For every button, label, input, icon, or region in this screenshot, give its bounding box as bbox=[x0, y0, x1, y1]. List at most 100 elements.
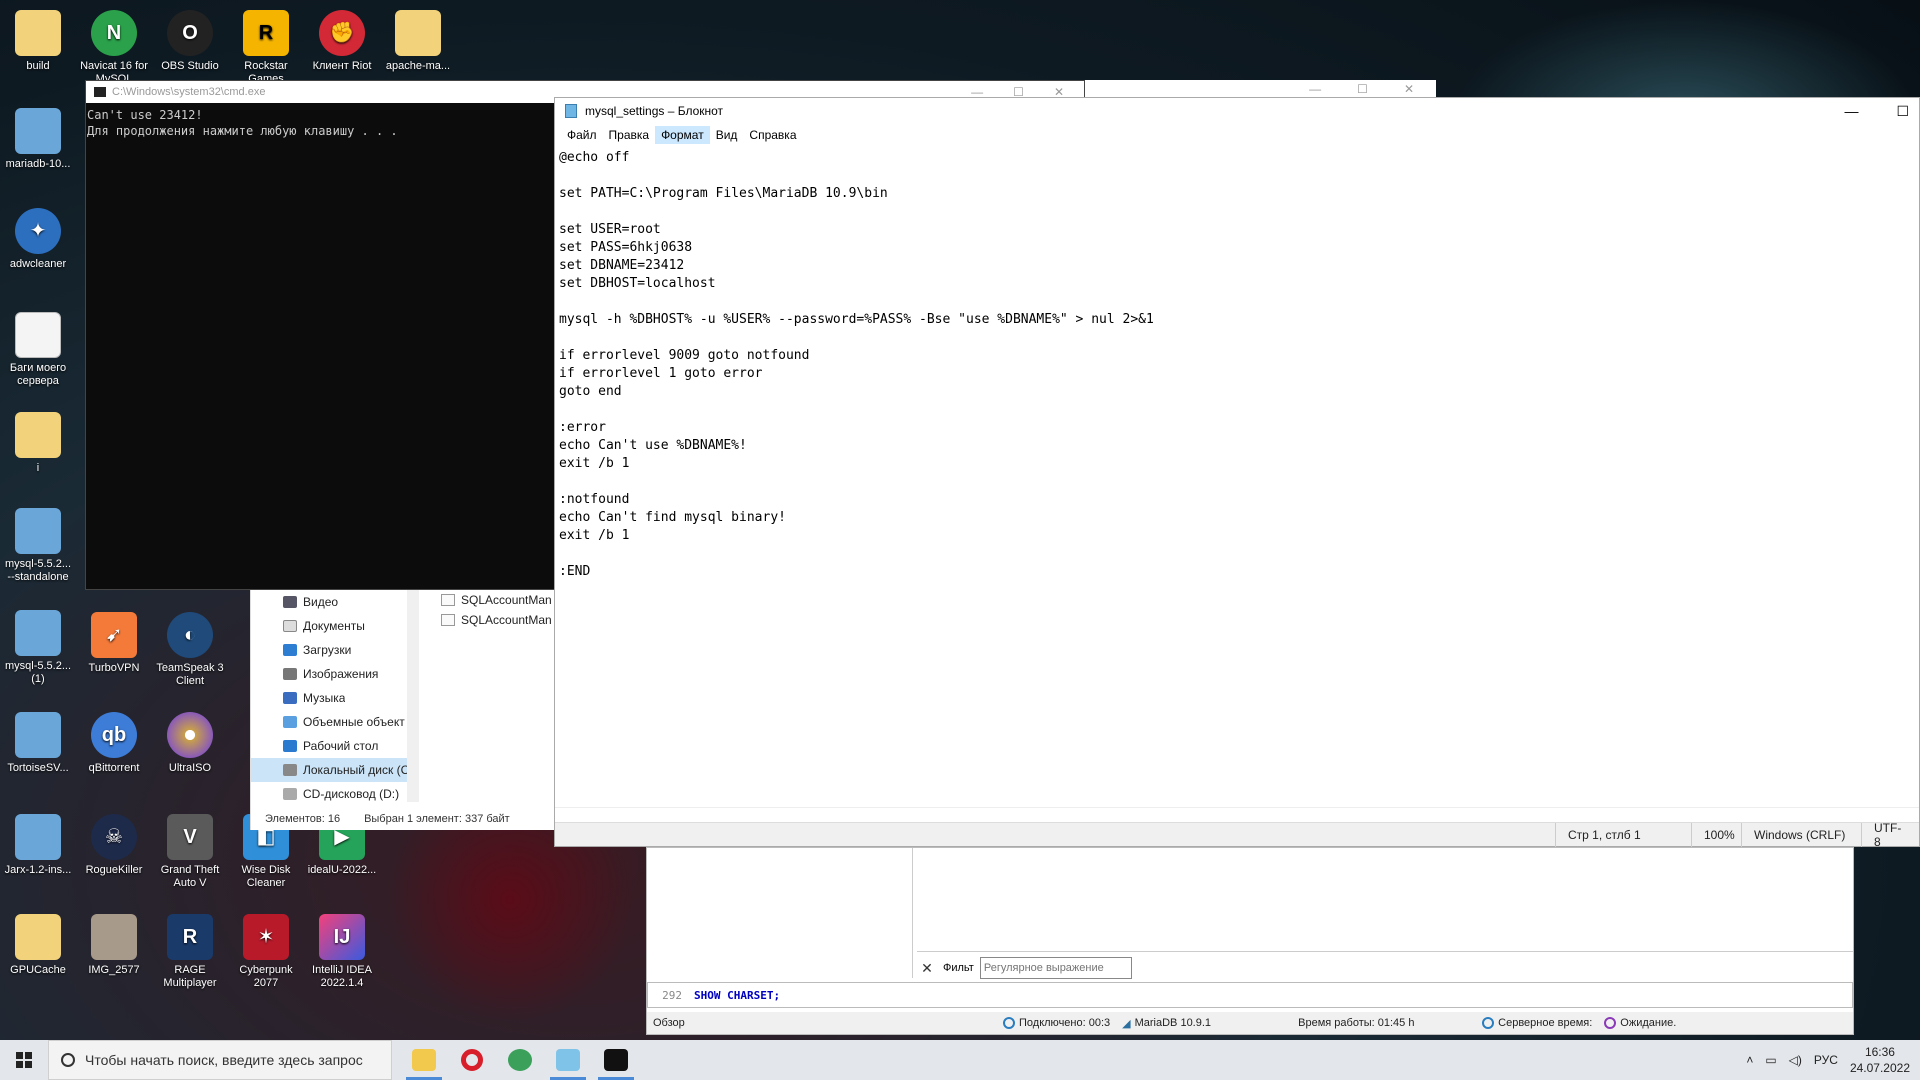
desktop-icon-img2577[interactable]: IMG_2577 bbox=[78, 914, 150, 977]
mariadb-icon: ◢ bbox=[1122, 1017, 1131, 1030]
desktop-icon-teamspeak[interactable]: ◐ TeamSpeak 3 Client bbox=[154, 612, 226, 688]
explorer-window[interactable]: Видео Документы Загрузки Изображения Муз… bbox=[250, 590, 556, 830]
opera-icon bbox=[461, 1049, 483, 1071]
clock[interactable]: 16:36 24.07.2022 bbox=[1850, 1044, 1910, 1076]
installer-icon bbox=[15, 814, 61, 860]
chevron-up-icon[interactable]: ˄ bbox=[1746, 1053, 1753, 1067]
clock-icon bbox=[1003, 1017, 1015, 1029]
desktop-icon-riot[interactable]: ✊ Клиент Riot bbox=[306, 10, 378, 73]
desktop-icon-turbovpn[interactable]: ➹ TurboVPN bbox=[78, 612, 150, 675]
taskbar-heidisql[interactable] bbox=[496, 1040, 544, 1080]
videos-icon bbox=[283, 596, 297, 608]
desktop-icon-mysql-standalone[interactable]: mysql-5.5.2... --standalone bbox=[2, 508, 74, 584]
console-icon bbox=[94, 87, 106, 97]
nav-item-videos[interactable]: Видео bbox=[251, 590, 407, 614]
nav-item-3d-objects[interactable]: Объемные объект bbox=[251, 710, 407, 734]
minimize-icon[interactable]: — bbox=[1309, 82, 1321, 96]
horizontal-scrollbar[interactable] bbox=[555, 807, 1919, 823]
folder-icon bbox=[15, 412, 61, 458]
navigation-scrollbar[interactable] bbox=[407, 590, 419, 802]
nav-item-downloads[interactable]: Загрузки bbox=[251, 638, 407, 662]
heidisql-window[interactable]: ✕ Фильт 292 SHOW CHARSET; Обзор Подключе… bbox=[646, 847, 1854, 1035]
taskbar-cmd[interactable] bbox=[592, 1040, 640, 1080]
menu-edit[interactable]: Правка bbox=[603, 126, 656, 144]
desktop-icon-intellij[interactable]: IJ IntelliJ IDEA 2022.1.4 bbox=[306, 914, 378, 990]
selection-info: Выбран 1 элемент: 337 байт bbox=[364, 813, 510, 825]
close-filter-icon[interactable]: ✕ bbox=[917, 960, 937, 977]
desktop-icon-qbittorrent[interactable]: qb qBittorrent bbox=[78, 712, 150, 775]
desktop-icon-ultraiso[interactable]: UltraISO bbox=[154, 712, 226, 775]
desktop-icon-build[interactable]: build bbox=[2, 10, 74, 73]
menu-file[interactable]: Файл bbox=[561, 126, 603, 144]
documents-icon bbox=[283, 620, 297, 632]
installer-icon bbox=[15, 108, 61, 154]
navigation-pane[interactable]: Видео Документы Загрузки Изображения Муз… bbox=[251, 590, 407, 802]
desktop-icon-gpucache[interactable]: GPUCache bbox=[2, 914, 74, 977]
qbittorrent-icon: qb bbox=[91, 712, 137, 758]
desktop-icon-jarx[interactable]: Jarx-1.2-ins... bbox=[2, 814, 74, 877]
close-icon[interactable]: ✕ bbox=[1404, 82, 1414, 96]
file-item[interactable]: SQLAccountMan bbox=[441, 610, 552, 630]
desktop-icon-roguekiller[interactable]: ☠ RogueKiller bbox=[78, 814, 150, 877]
installer-icon bbox=[15, 508, 61, 554]
desktop-icon-rockstar[interactable]: R Rockstar Games bbox=[230, 10, 302, 86]
desktop-icon-mysql-1[interactable]: mysql-5.5.2... (1) bbox=[2, 610, 74, 686]
teamspeak-icon: ◐ bbox=[167, 612, 213, 658]
taskbar: Чтобы начать поиск, введите здесь запрос… bbox=[0, 1040, 1920, 1080]
desktop-icon-tortoise[interactable]: TortoiseSV... bbox=[2, 712, 74, 775]
text-editor[interactable]: @echo off set PATH=C:\Program Files\Mari… bbox=[559, 149, 1919, 807]
desktop-icon-apache[interactable]: apache-ma... bbox=[382, 10, 454, 73]
desktop-icon-ragemp[interactable]: R RAGE Multiplayer bbox=[154, 914, 226, 990]
cmd-title: C:\Windows\system32\cmd.exe bbox=[112, 86, 266, 98]
database-tree-pane[interactable] bbox=[647, 848, 913, 978]
language-indicator[interactable]: РУС bbox=[1814, 1053, 1838, 1067]
taskbar-search[interactable]: Чтобы начать поиск, введите здесь запрос bbox=[48, 1040, 392, 1080]
nav-item-pictures[interactable]: Изображения bbox=[251, 662, 407, 686]
clock-time: 16:36 bbox=[1864, 1045, 1895, 1059]
maximize-icon[interactable]: ☐ bbox=[1896, 103, 1909, 120]
maximize-icon[interactable]: ☐ bbox=[1357, 82, 1368, 96]
desktop-icon-obs[interactable]: O OBS Studio bbox=[154, 10, 226, 73]
taskbar-explorer[interactable] bbox=[400, 1040, 448, 1080]
desktop-icon-i[interactable]: i bbox=[2, 412, 74, 475]
notepad-window[interactable]: mysql_settings – Блокнот — ☐ Файл Правка… bbox=[554, 97, 1920, 849]
nav-item-cd-drive[interactable]: CD-дисковод (D:) bbox=[251, 782, 407, 806]
volume-icon[interactable]: ◁) bbox=[1789, 1053, 1802, 1067]
nav-item-desktop[interactable]: Рабочий стол bbox=[251, 734, 407, 758]
desktop-icon-cyberpunk[interactable]: ✶ Cyberpunk 2077 bbox=[230, 914, 302, 990]
menu-help[interactable]: Справка bbox=[743, 126, 802, 144]
taskbar-opera[interactable] bbox=[448, 1040, 496, 1080]
results-pane[interactable] bbox=[917, 848, 1853, 952]
desktop-icon-mariadb[interactable]: mariadb-10... bbox=[2, 108, 74, 171]
system-tray: ˄ ▭ ◁) РУС 16:36 24.07.2022 bbox=[1746, 1044, 1920, 1076]
music-icon bbox=[283, 692, 297, 704]
notepad-status-bar: Стр 1, стлб 1 100% Windows (CRLF) UTF-8 bbox=[555, 821, 1919, 849]
status-server-time: Серверное время: bbox=[1476, 1017, 1598, 1029]
desktop-icon-bugs-doc[interactable]: Баги моего сервера bbox=[2, 312, 74, 388]
desktop-icon-adwcleaner[interactable]: ✦ adwcleaner bbox=[2, 208, 74, 271]
sql-log[interactable]: 292 SHOW CHARSET; bbox=[647, 982, 1853, 1008]
nav-item-documents[interactable]: Документы bbox=[251, 614, 407, 638]
menu-format[interactable]: Формат bbox=[655, 126, 710, 144]
network-icon[interactable]: ▭ bbox=[1765, 1053, 1776, 1067]
cursor-position: Стр 1, стлб 1 bbox=[1555, 822, 1691, 847]
taskbar-notepad[interactable] bbox=[544, 1040, 592, 1080]
riot-icon: ✊ bbox=[319, 10, 365, 56]
nav-item-music[interactable]: Музыка bbox=[251, 686, 407, 710]
notepad-titlebar[interactable]: mysql_settings – Блокнот — ☐ bbox=[555, 98, 1919, 124]
status-server: ◢ MariaDB 10.9.1 bbox=[1122, 1017, 1212, 1030]
file-list[interactable]: SQLAccountMan SQLAccountMan bbox=[441, 590, 552, 630]
cd-drive-icon bbox=[283, 788, 297, 800]
nav-item-local-disk[interactable]: Локальный диск (C bbox=[251, 758, 407, 782]
status-waiting: Ожидание. bbox=[1598, 1017, 1682, 1029]
notepad-title: mysql_settings – Блокнот bbox=[585, 104, 724, 118]
menu-view[interactable]: Вид bbox=[710, 126, 744, 144]
start-button[interactable] bbox=[0, 1040, 48, 1080]
file-item[interactable]: SQLAccountMan bbox=[441, 590, 552, 610]
minimize-icon[interactable]: — bbox=[1844, 103, 1858, 120]
filter-input[interactable] bbox=[979, 957, 1132, 979]
line-number: 292 bbox=[662, 988, 682, 1002]
desktop-icon-gtav[interactable]: V Grand Theft Auto V bbox=[154, 814, 226, 890]
desktop-icon-navicat[interactable]: N Navicat 16 for MySQL bbox=[78, 10, 150, 86]
folder-icon bbox=[15, 914, 61, 960]
